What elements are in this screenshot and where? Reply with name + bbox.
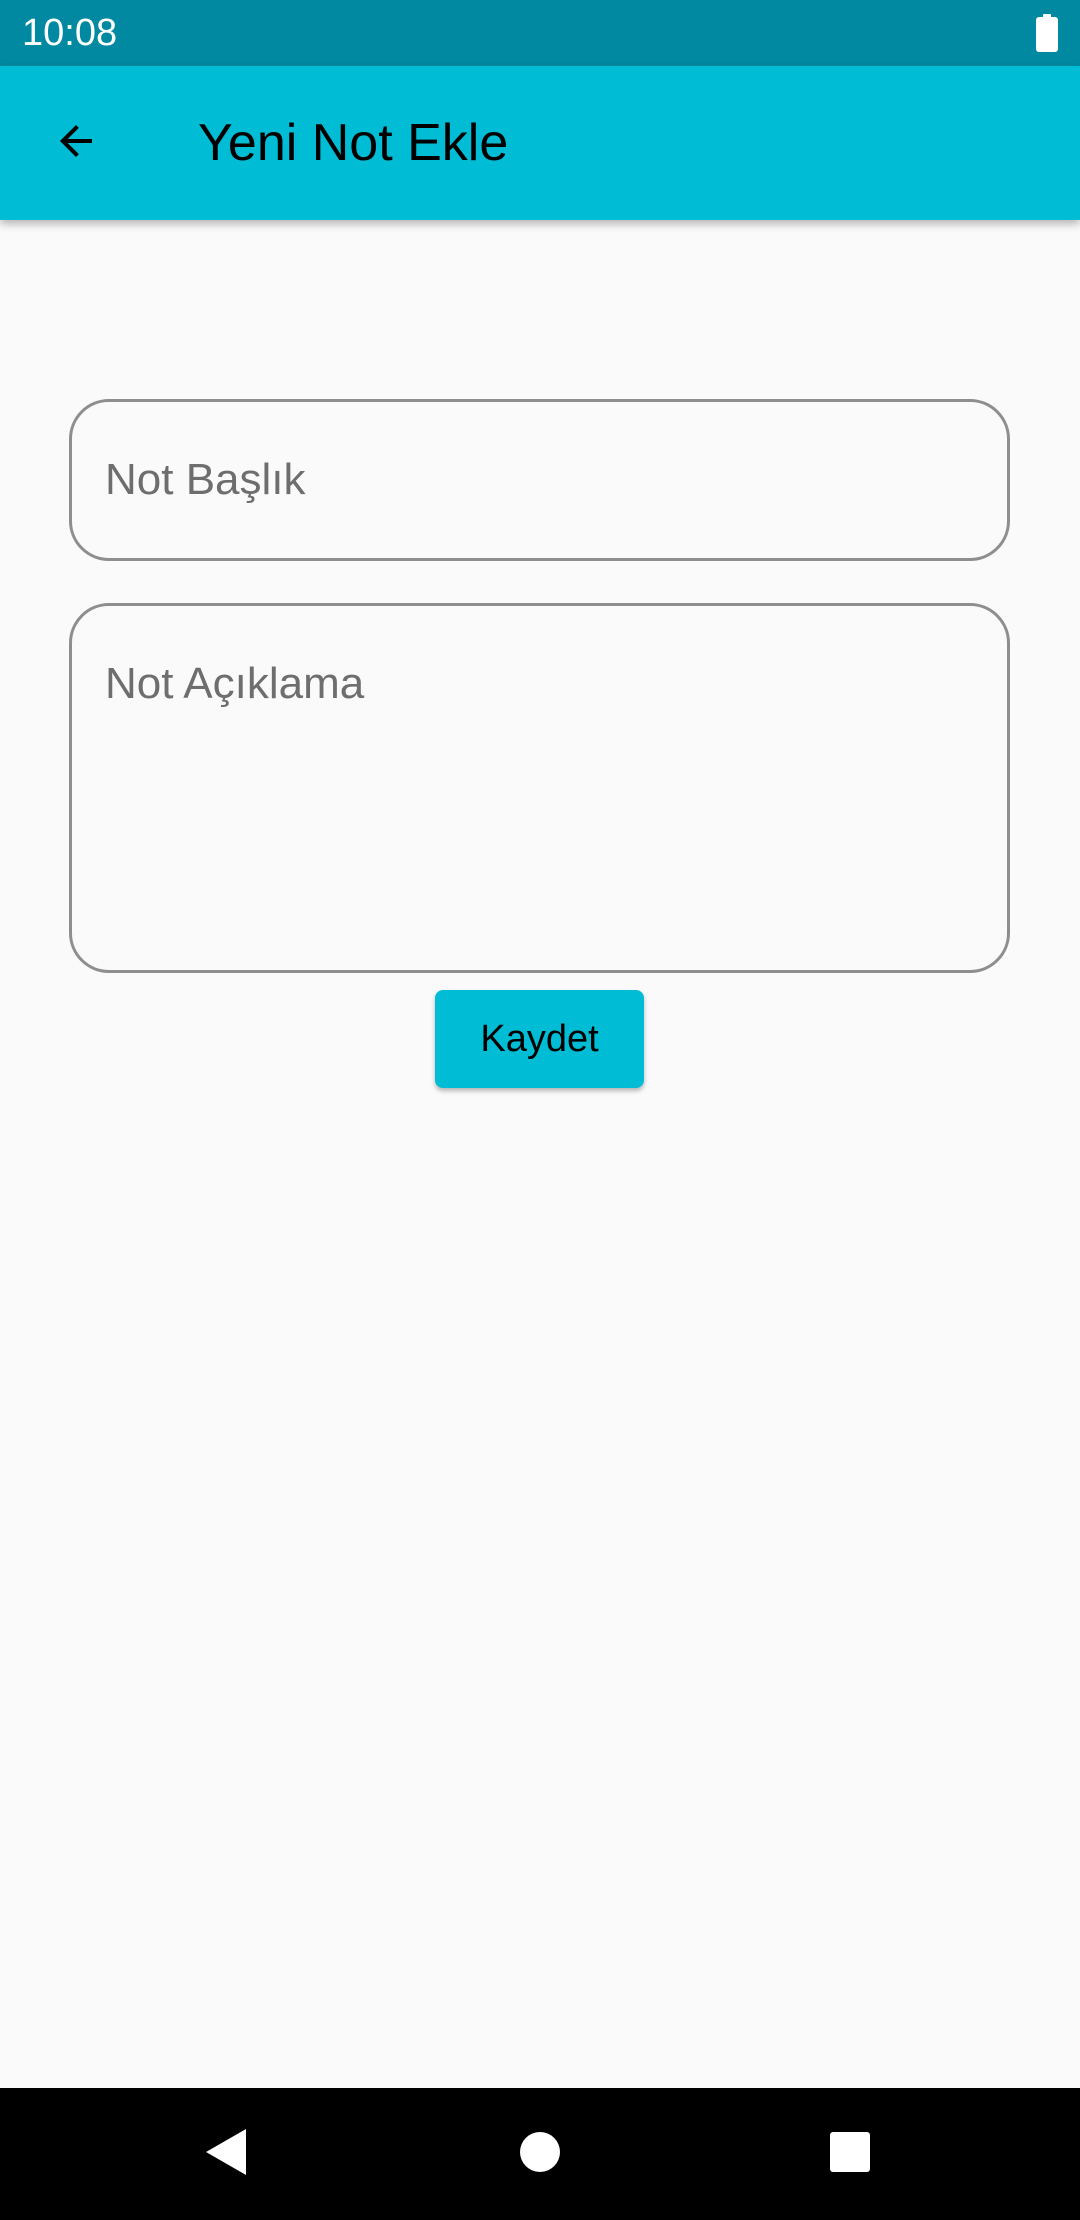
status-time: 10:08 [22,12,118,54]
app-bar: Yeni Not Ekle [0,66,1080,220]
nav-home-circle-icon [519,2131,561,2178]
nav-home-button[interactable] [500,2114,580,2194]
battery-icon [1036,14,1058,52]
note-title-field[interactable] [69,399,1010,561]
nav-recents-button[interactable] [810,2114,890,2194]
back-button[interactable] [36,103,116,183]
note-description-input[interactable] [105,656,974,940]
nav-recents-square-icon [829,2131,871,2178]
status-bar: 10:08 [0,0,1080,66]
nav-back-button[interactable] [186,2114,266,2194]
system-navigation-bar [0,2088,1080,2220]
add-note-screen: 10:08 Yeni Not Ekle Kaydet [0,0,1080,2220]
note-title-input[interactable] [105,450,974,510]
note-description-field[interactable] [69,603,1010,973]
save-button[interactable]: Kaydet [435,990,644,1088]
page-title: Yeni Not Ekle [198,114,509,172]
arrow-back-icon [52,117,100,170]
nav-back-triangle-icon [204,2127,248,2182]
